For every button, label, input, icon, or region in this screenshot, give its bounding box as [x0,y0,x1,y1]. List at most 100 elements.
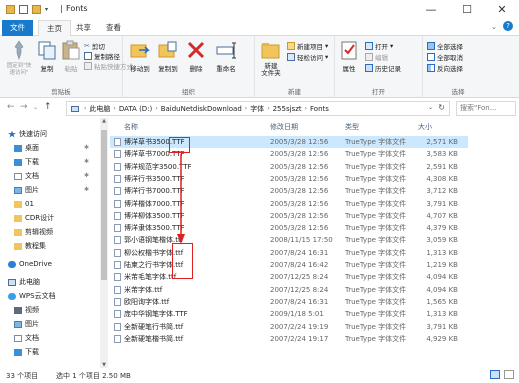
file-row[interactable]: 欧阳询字体.ttf 2007/8/24 16:31 TrueType 字体文件 1,5… [110,296,468,308]
back-button[interactable]: ← [7,102,15,112]
help-icon[interactable]: ? [503,21,513,31]
folder-icon [14,228,22,236]
invert-selection-button[interactable]: 反向选择 [427,63,463,73]
file-size: 3,583 KB [426,150,458,159]
copy-path-button[interactable]: 复制路径 [84,51,120,61]
column-header-type[interactable]: 类型 [345,122,359,132]
nav-label: 此电脑 [19,278,40,286]
easy-access-button[interactable]: 轻松访问 ▾ [287,52,328,62]
nav-item-wps-cloud[interactable]: WPS云文档 [8,290,56,302]
edit-button[interactable]: 编辑 [365,52,388,62]
file-size: 3,059 KB [426,236,458,245]
file-row[interactable]: 庞中华钢笔字体.TTF 2009/1/18 5:01 TrueType 字体文件 1,… [110,308,468,320]
search-input[interactable]: 搜索"Fon... [456,101,516,116]
file-row[interactable]: 郭小语钢笔楷体.ttf 2008/11/15 17:50 TrueType 字体文件… [110,234,468,246]
column-header-date[interactable]: 修改日期 [270,122,298,132]
nav-item-this-pc[interactable]: 此电脑 [8,276,40,288]
nav-item-onedrive[interactable]: OneDrive [8,258,52,270]
nav-item-edit-video[interactable]: 剪辑视频 [14,226,53,238]
file-row[interactable]: 柳公权楷书字体.ttf 2007/8/24 16:31 TrueType 字体文件 1… [110,247,468,259]
paste-button[interactable]: 粘贴 [60,39,82,73]
select-none-button[interactable]: 全部取消 [427,52,463,62]
file-row[interactable]: 全新硬笔行书简.ttf 2007/2/24 19:19 TrueType 字体文件 3… [110,321,468,333]
breadcrumb-fonts-cn[interactable]: 字体 [250,104,264,114]
nav-item-downloads[interactable]: 下载 [14,156,39,168]
scrollbar-thumb[interactable] [101,130,107,280]
font-file-icon [114,224,121,233]
up-button[interactable]: ↑ [44,102,52,112]
nav-item-tutorials[interactable]: 教程集 [14,240,46,252]
tab-share[interactable]: 共享 [68,20,99,36]
delete-button[interactable]: 删除 [185,39,207,73]
breadcrumb-fonts[interactable]: Fonts [310,105,329,113]
file-row[interactable]: 博洋隶体3500.TTF 2005/3/28 12:56 TrueType 字体文件… [110,222,468,234]
select-all-button[interactable]: 全部选择 [427,41,463,51]
nav-item-documents-pc[interactable]: 文档 [14,332,39,344]
tab-view[interactable]: 查看 [98,20,129,36]
open-button[interactable]: 打开 ▾ [365,41,393,51]
new-folder-icon[interactable] [32,5,41,14]
nav-scrollbar[interactable]: ▲ ▼ [100,118,108,368]
recent-locations-button[interactable]: ⌄ [33,104,38,111]
column-header-name[interactable]: 名称 [124,122,138,132]
maximize-button[interactable]: ☐ [450,0,484,20]
nav-item-videos[interactable]: 视频 [14,304,39,316]
large-icons-view-icon[interactable] [504,370,514,379]
forward-button[interactable]: → [20,102,28,112]
file-row[interactable]: 博洋草书7000.TTF 2005/3/28 12:56 TrueType 字体文件… [110,148,468,160]
new-item-button[interactable]: 新建项目 ▾ [287,41,328,51]
file-row[interactable]: 米芾毛笔字体.ttf 2007/12/25 8:24 TrueType 字体文件 4,… [110,271,468,283]
nav-item-pictures-pc[interactable]: 图片 [14,318,39,330]
details-view-icon[interactable] [490,370,500,379]
tab-file[interactable]: 文件 [2,20,33,36]
new-folder-button[interactable]: 新建 文件夹 [257,39,285,77]
file-row[interactable]: 博洋规范字3500.TTF 2005/3/28 12:56 TrueType 字体文… [110,161,468,173]
close-button[interactable]: ✕ [485,0,519,20]
address-box[interactable]: › 此电脑 › DATA (D:) › BaiduNetdiskDownload… [66,101,450,116]
breadcrumb-this-pc[interactable]: 此电脑 [89,104,110,114]
pin-quick-access-button[interactable]: 固定到"快速访问" [4,39,34,77]
move-to-button[interactable]: 移动到 [127,39,153,73]
scroll-up-icon[interactable]: ▲ [100,118,108,124]
font-file-icon [114,322,121,331]
nav-item-quick-access[interactable]: 快速访问 [8,128,47,140]
minimize-button[interactable]: — [414,0,448,20]
copy-to-button[interactable]: 复制到 [155,39,181,73]
file-row[interactable]: 博洋行书3500.TTF 2005/3/28 12:56 TrueType 字体文件… [110,173,468,185]
address-dropdown-icon[interactable]: ⌄ [428,104,433,111]
file-date: 2005/3/28 12:56 [270,174,329,183]
file-row[interactable]: 全新硬笔楷书简.ttf 2007/2/24 19:17 TrueType 字体文件 4… [110,333,468,345]
copy-button[interactable]: 复制 [36,39,58,73]
file-row[interactable]: 陆柬之行书字体.ttf 2007/8/24 16:42 TrueType 字体文件 1… [110,259,468,271]
file-date: 2009/1/18 5:01 [270,310,324,319]
file-row[interactable]: 博洋草书3500.TTF 2005/3/28 12:56 TrueType 字体文件… [110,136,468,148]
column-header-size[interactable]: 大小 [418,122,432,132]
tab-home[interactable]: 主页 [38,20,71,37]
nav-item-cdr-design[interactable]: CDR设计 [14,212,54,224]
ribbon-tabs: 文件 主页 共享 查看 ⌄ ? [0,20,519,37]
refresh-icon[interactable]: ↻ [438,103,445,112]
nav-item-pictures[interactable]: 图片 [14,184,39,196]
nav-item-documents[interactable]: 文档 [14,170,39,182]
customize-dropdown-icon[interactable]: ▾ [45,6,48,13]
nav-label: 下载 [25,158,39,166]
nav-item-desktop[interactable]: 桌面 [14,142,39,154]
breadcrumb-255sjszt[interactable]: 255sjszt [273,105,302,113]
file-row[interactable]: 博洋楷体7000.TTF 2005/3/28 12:56 TrueType 字体文件… [110,198,468,210]
breadcrumb-drive[interactable]: DATA (D:) [119,105,152,113]
properties-button[interactable]: 属性 [337,39,361,73]
file-name: 欧阳询字体.ttf [124,297,170,306]
cut-button[interactable]: ✂ 剪切 [84,41,105,51]
invert-selection-icon [427,64,435,72]
nav-item-01[interactable]: 01 [14,198,34,210]
file-row[interactable]: 博洋行书7000.TTF 2005/3/28 12:56 TrueType 字体文件… [110,185,468,197]
breadcrumb-download-folder[interactable]: BaiduNetdiskDownload [161,105,242,113]
file-date: 2005/3/28 12:56 [270,150,329,159]
file-row[interactable]: 米芾字体.ttf 2007/12/25 8:24 TrueType 字体文件 4,09… [110,284,468,296]
ribbon-collapse-icon[interactable]: ⌄ [491,23,497,31]
file-row[interactable]: 博洋柳体3500.TTF 2005/3/28 12:56 TrueType 字体文件… [110,210,468,222]
nav-item-downloads-pc[interactable]: 下载 [14,346,39,358]
properties-icon[interactable] [19,5,28,14]
rename-button[interactable]: 重命名 [211,39,241,73]
history-button[interactable]: 历史记录 [365,63,401,73]
